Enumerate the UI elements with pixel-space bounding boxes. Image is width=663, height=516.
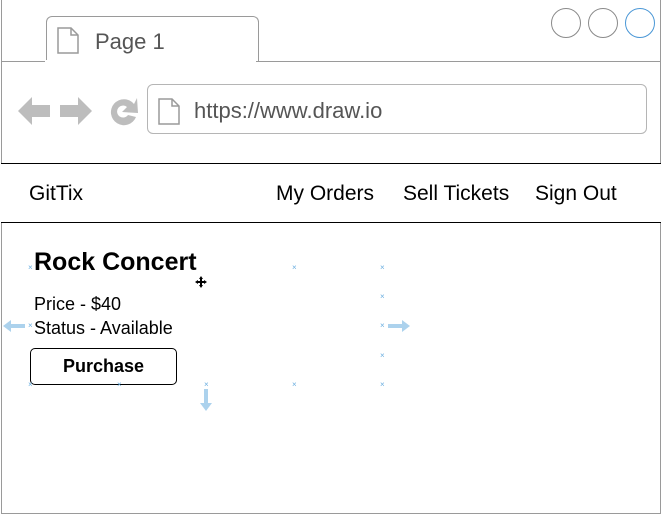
guide-mark: × [117, 380, 122, 389]
purchase-button[interactable]: Purchase [30, 348, 177, 385]
guide-mark: × [380, 263, 385, 272]
app-navbar: GitTix My Orders Sell Tickets Sign Out [1, 163, 661, 223]
guide-mark: × [380, 292, 385, 301]
browser-nav-controls [16, 93, 141, 134]
brand-logo[interactable]: GitTix [29, 182, 83, 206]
nav-sign-out[interactable]: Sign Out [535, 182, 617, 206]
address-bar[interactable]: https://www.draw.io [147, 84, 647, 134]
guide-mark: × [380, 380, 385, 389]
ticket-title: Rock Concert [34, 248, 197, 276]
page-icon [57, 27, 79, 54]
guide-mark: × [292, 263, 297, 272]
ticket-status: Status - Available [34, 318, 173, 338]
arrow-right-icon[interactable] [60, 97, 92, 125]
tab-label: Page 1 [95, 29, 165, 54]
minimize-button[interactable] [551, 8, 581, 38]
close-button[interactable] [625, 8, 655, 38]
guide-mark: × [204, 380, 209, 389]
guide-mark: × [28, 321, 33, 330]
nav-sell-tickets[interactable]: Sell Tickets [403, 182, 509, 206]
tab-gap [45, 60, 256, 63]
browser-tab[interactable]: Page 1 [46, 16, 259, 62]
arrow-down-icon [200, 389, 212, 411]
maximize-button[interactable] [588, 8, 618, 38]
page-icon [158, 98, 180, 125]
nav-my-orders[interactable]: My Orders [276, 182, 374, 206]
guide-mark: × [28, 380, 33, 389]
url-text: https://www.draw.io [194, 98, 383, 123]
arrow-left-icon [3, 320, 25, 332]
guide-mark: × [380, 351, 385, 360]
arrow-right-icon [388, 320, 410, 332]
guide-mark: × [292, 380, 297, 389]
reload-icon[interactable] [110, 98, 138, 126]
ticket-price: Price - $40 [34, 294, 122, 314]
guide-mark: × [28, 263, 33, 272]
arrow-left-icon[interactable] [18, 97, 50, 125]
move-cursor-icon [195, 276, 207, 288]
guide-mark: × [380, 321, 385, 330]
